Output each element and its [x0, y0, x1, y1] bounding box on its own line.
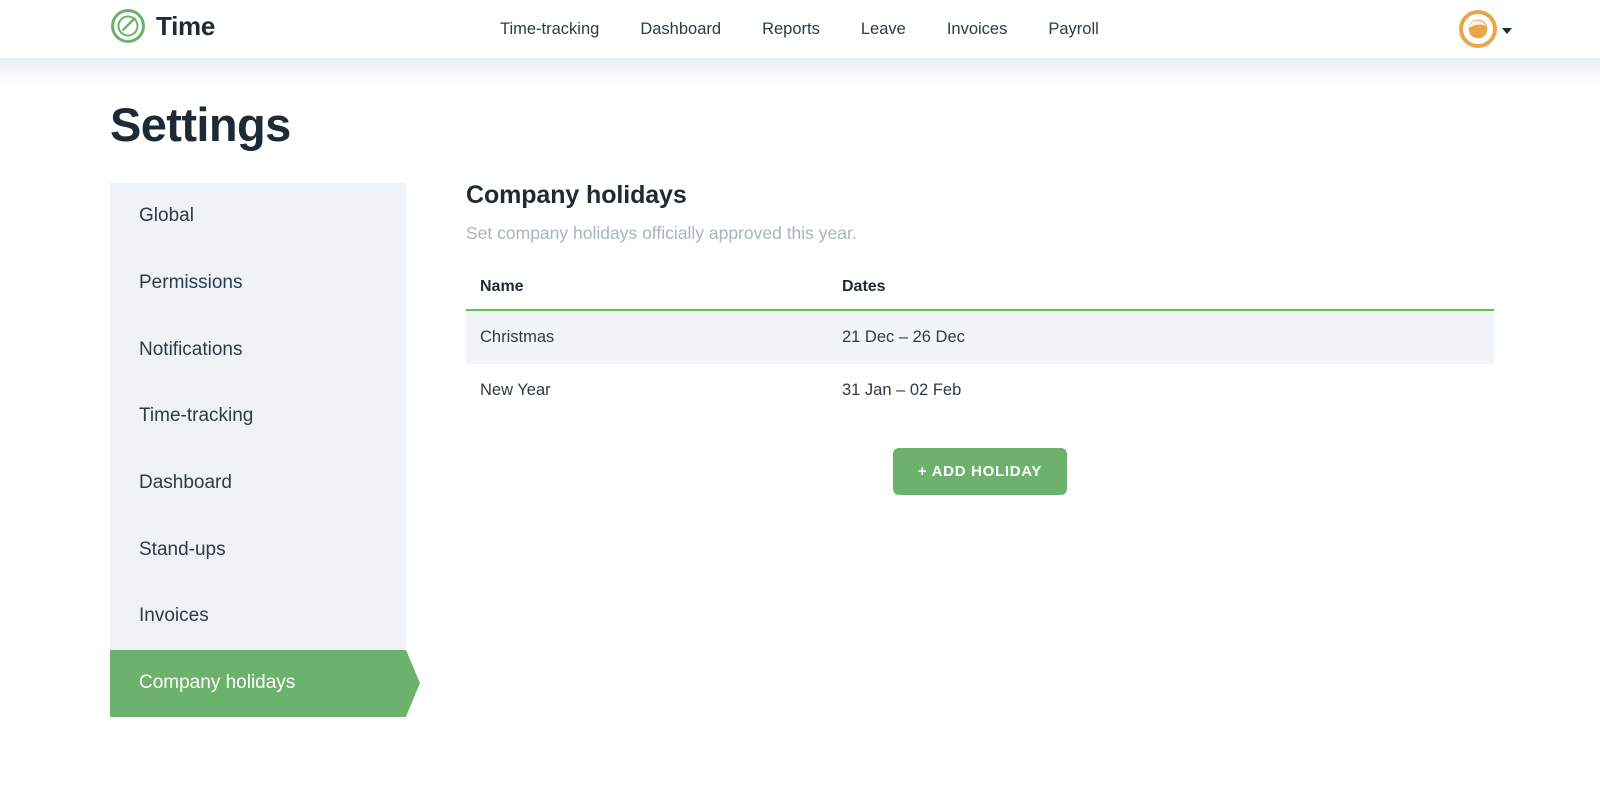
sidebar-item-label: Stand-ups	[139, 538, 226, 560]
sidebar-item-label: Global	[139, 205, 194, 227]
table-header: Name Dates	[466, 278, 1494, 311]
panel-title: Company holidays	[466, 181, 687, 209]
add-holiday-button[interactable]: + ADD HOLIDAY	[892, 448, 1068, 495]
table-body: Christmas 21 Dec – 26 Dec New Year 31 Ja…	[466, 310, 1494, 417]
table-row[interactable]: Christmas 21 Dec – 26 Dec	[466, 310, 1494, 364]
account-menu[interactable]	[1459, 10, 1512, 48]
top-header-bar: Time Time-tracking Dashboard Reports Lea…	[0, 0, 1600, 58]
sidebar-item-notifications[interactable]: Notifications	[110, 316, 406, 383]
nav-item-reports[interactable]: Reports	[762, 21, 820, 38]
cell-holiday-name: New Year	[480, 381, 551, 399]
table-actions: + ADD HOLIDAY	[466, 448, 1494, 495]
cell-holiday-dates: 31 Jan – 02 Feb	[842, 381, 962, 399]
user-avatar-icon[interactable]	[1459, 10, 1497, 48]
chevron-down-icon[interactable]	[1502, 27, 1512, 34]
sidebar-item-dashboard[interactable]: Dashboard	[110, 450, 406, 517]
sidebar-item-global[interactable]: Global	[110, 183, 406, 250]
sidebar-item-company-holidays[interactable]: Company holidays	[110, 649, 420, 717]
sidebar-item-invoices[interactable]: Invoices	[110, 583, 406, 650]
sidebar-item-stand-ups[interactable]: Stand-ups	[110, 516, 406, 583]
active-item-arrow-icon	[406, 649, 420, 717]
column-header-dates: Dates	[828, 278, 1494, 311]
panel-subtitle: Set company holidays officially approved…	[466, 223, 857, 243]
header-shadow	[0, 58, 1600, 86]
sidebar-item-time-tracking[interactable]: Time-tracking	[110, 383, 406, 450]
sidebar-item-label: Notifications	[139, 338, 243, 360]
sidebar-item-permissions[interactable]: Permissions	[110, 250, 406, 317]
settings-sidebar: Global Permissions Notifications Time-tr…	[110, 183, 420, 717]
nav-item-time-tracking[interactable]: Time-tracking	[500, 21, 599, 38]
nav-item-payroll[interactable]: Payroll	[1048, 21, 1098, 38]
sidebar-item-label: Time-tracking	[139, 405, 254, 427]
nav-item-invoices[interactable]: Invoices	[947, 21, 1008, 38]
cell-holiday-dates: 21 Dec – 26 Dec	[828, 310, 1494, 364]
sidebar-item-label: Permissions	[139, 272, 243, 294]
nav-item-dashboard[interactable]: Dashboard	[640, 21, 721, 38]
table-row[interactable]: New Year 31 Jan – 02 Feb	[466, 364, 1494, 417]
nav-item-leave[interactable]: Leave	[861, 21, 906, 38]
page-title: Settings	[110, 98, 291, 151]
time-logo-icon	[110, 8, 146, 44]
main-navigation: Time-tracking Dashboard Reports Leave In…	[500, 0, 1099, 58]
cell-holiday-name: Christmas	[466, 310, 828, 364]
brand-logo-link[interactable]: Time	[110, 8, 215, 44]
holidays-table: Name Dates Christmas 21 Dec – 26 Dec New…	[466, 278, 1494, 417]
sidebar-item-label: Dashboard	[139, 472, 232, 494]
table-header-row: Name Dates	[466, 278, 1494, 311]
column-header-name: Name	[466, 278, 828, 311]
company-holidays-panel: Company holidays Set company holidays of…	[466, 180, 1494, 495]
sidebar-item-label: Company holidays	[139, 672, 296, 694]
sidebar-item-label: Invoices	[139, 605, 209, 627]
brand-name: Time	[156, 11, 216, 41]
